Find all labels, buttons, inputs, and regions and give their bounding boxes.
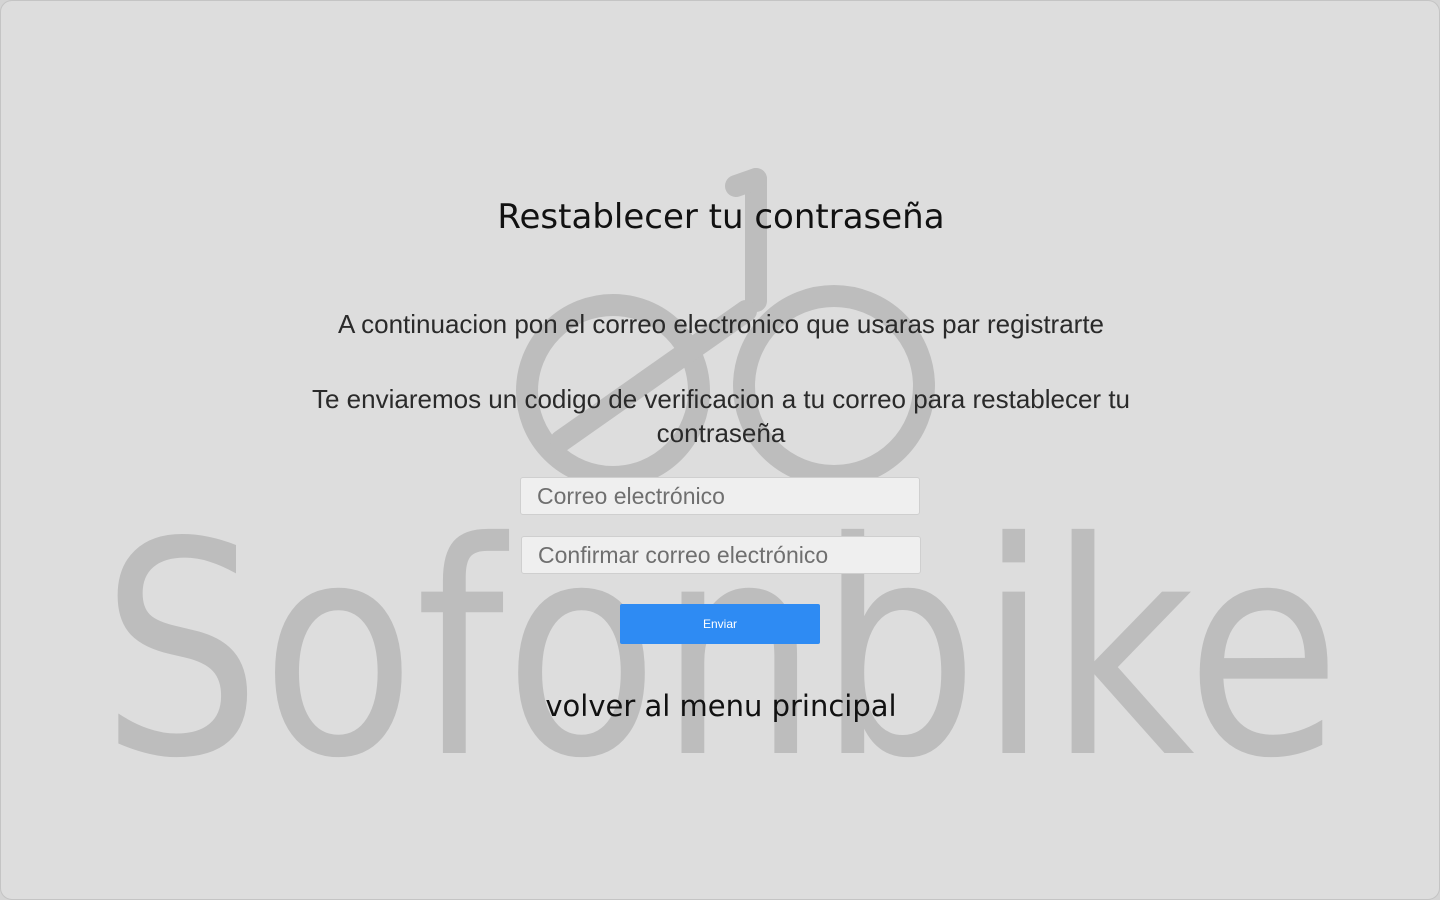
page-title: Restablecer tu contraseña [497, 197, 945, 237]
back-to-main-menu-link[interactable]: volver al menu principal [1, 689, 1439, 723]
verification-notice-text: Te enviaremos un codigo de verificacion … [312, 384, 1130, 448]
confirm-email-input[interactable] [521, 536, 921, 574]
instruction-text: A continuacion pon el correo electronico… [338, 309, 1104, 339]
email-input[interactable] [520, 477, 920, 515]
app-window: Sofonbike Restablecer tu contraseña A co… [0, 0, 1440, 900]
send-button[interactable]: Enviar [620, 604, 820, 644]
reset-password-panel: Restablecer tu contraseña A continuacion… [1, 1, 1439, 899]
